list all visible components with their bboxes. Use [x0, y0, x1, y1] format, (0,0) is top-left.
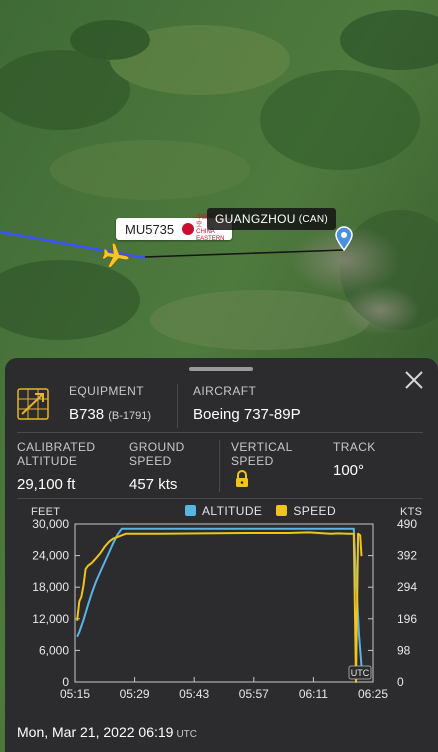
equipment-label: EQUIPMENT [69, 384, 144, 398]
legend-speed[interactable]: SPEED [276, 504, 336, 518]
altitude-swatch-icon [185, 505, 196, 516]
calibrated-altitude-stat: CALIBRATED ALTITUDE 29,100 ft [17, 440, 95, 493]
stat-label: CALIBRATED [17, 440, 96, 454]
x-tick-label: 05:57 [239, 687, 269, 701]
right-tick-label: 196 [397, 612, 417, 626]
speed-series-line [76, 531, 363, 683]
flight-details-panel: EQUIPMENT B738 (B-1791) AIRCRAFT Boeing … [5, 358, 438, 752]
registration-value: (B-1791) [108, 410, 152, 422]
x-tick-label: 06:11 [299, 687, 328, 701]
date-value: Mon, Mar 21, 2022 [17, 724, 135, 740]
speed-swatch-icon [276, 505, 288, 516]
equipment-icon [17, 388, 49, 420]
left-tick-label: 24,000 [32, 549, 69, 563]
flight-number: MU5735 [125, 221, 175, 237]
divider [219, 440, 220, 492]
stat-label: SPEED [129, 454, 172, 468]
left-tick-label: 6,000 [39, 643, 69, 657]
x-tick-label: 05:43 [179, 687, 209, 701]
divider [17, 432, 423, 433]
aircraft-value: Boeing 737-89P [193, 406, 301, 423]
chart-legend: ALTITUDE SPEED [185, 504, 336, 518]
flight-date: Mon, Mar 21, 2022 06:19 UTC [17, 724, 197, 740]
right-tick-label: 0 [397, 675, 404, 689]
aircraft-label: AIRCRAFT [193, 384, 257, 398]
stat-label: VERTICAL [231, 440, 293, 454]
altitude-speed-chart[interactable]: 30,000 24,000 18,000 12,000 6,000 0 490 392 294 1… [5, 518, 438, 710]
left-tick-label: 18,000 [32, 580, 69, 594]
time-value: 06:19 [138, 724, 174, 740]
altitude-series-line [76, 527, 363, 667]
destination-name: GUANGZHOU [215, 212, 296, 226]
equipment-value: B738 [69, 406, 105, 423]
lock-icon[interactable] [235, 470, 249, 488]
left-tick-label: 12,000 [32, 612, 69, 626]
utc-label: UTC [351, 668, 370, 678]
destination-code: (CAN) [298, 213, 328, 225]
drag-handle[interactable] [189, 367, 253, 371]
stat-label: SPEED [231, 454, 274, 468]
track-value: 100° [333, 462, 365, 479]
x-tick-label: 05:15 [60, 687, 90, 701]
right-tick-label: 490 [397, 518, 417, 531]
plot-frame [74, 523, 374, 683]
vertical-speed-stat: VERTICAL SPEED [231, 440, 293, 468]
x-tick-label: 05:29 [120, 687, 150, 701]
track-stat: TRACK 100° [333, 440, 376, 479]
ground-speed-value: 457 kts [129, 476, 178, 493]
right-tick-label: 294 [397, 580, 417, 594]
left-axis-unit: FEET [31, 506, 61, 518]
right-tick-label: 98 [397, 643, 411, 657]
right-axis-unit: KTS [400, 506, 423, 518]
timezone-label: UTC [176, 729, 198, 740]
right-tick-label: 392 [397, 549, 417, 563]
divider [177, 384, 178, 428]
destination-label[interactable]: GUANGZHOU (CAN) [207, 208, 336, 230]
equipment-block: EQUIPMENT B738 (B-1791) [69, 384, 151, 423]
x-tick-label: 06:25 [358, 687, 388, 701]
close-icon[interactable] [402, 368, 426, 392]
ground-speed-stat: GROUND SPEED 457 kts [129, 440, 185, 493]
stat-label: GROUND [129, 440, 185, 454]
aircraft-block: AIRCRAFT Boeing 737-89P [193, 384, 301, 423]
divider [17, 498, 423, 499]
legend-altitude[interactable]: ALTITUDE [185, 504, 262, 518]
stat-label: TRACK [333, 440, 376, 454]
china-eastern-logo-icon [182, 223, 195, 235]
left-tick-label: 30,000 [32, 518, 69, 531]
stat-label: ALTITUDE [17, 454, 78, 468]
calibrated-altitude-value: 29,100 ft [17, 476, 76, 493]
